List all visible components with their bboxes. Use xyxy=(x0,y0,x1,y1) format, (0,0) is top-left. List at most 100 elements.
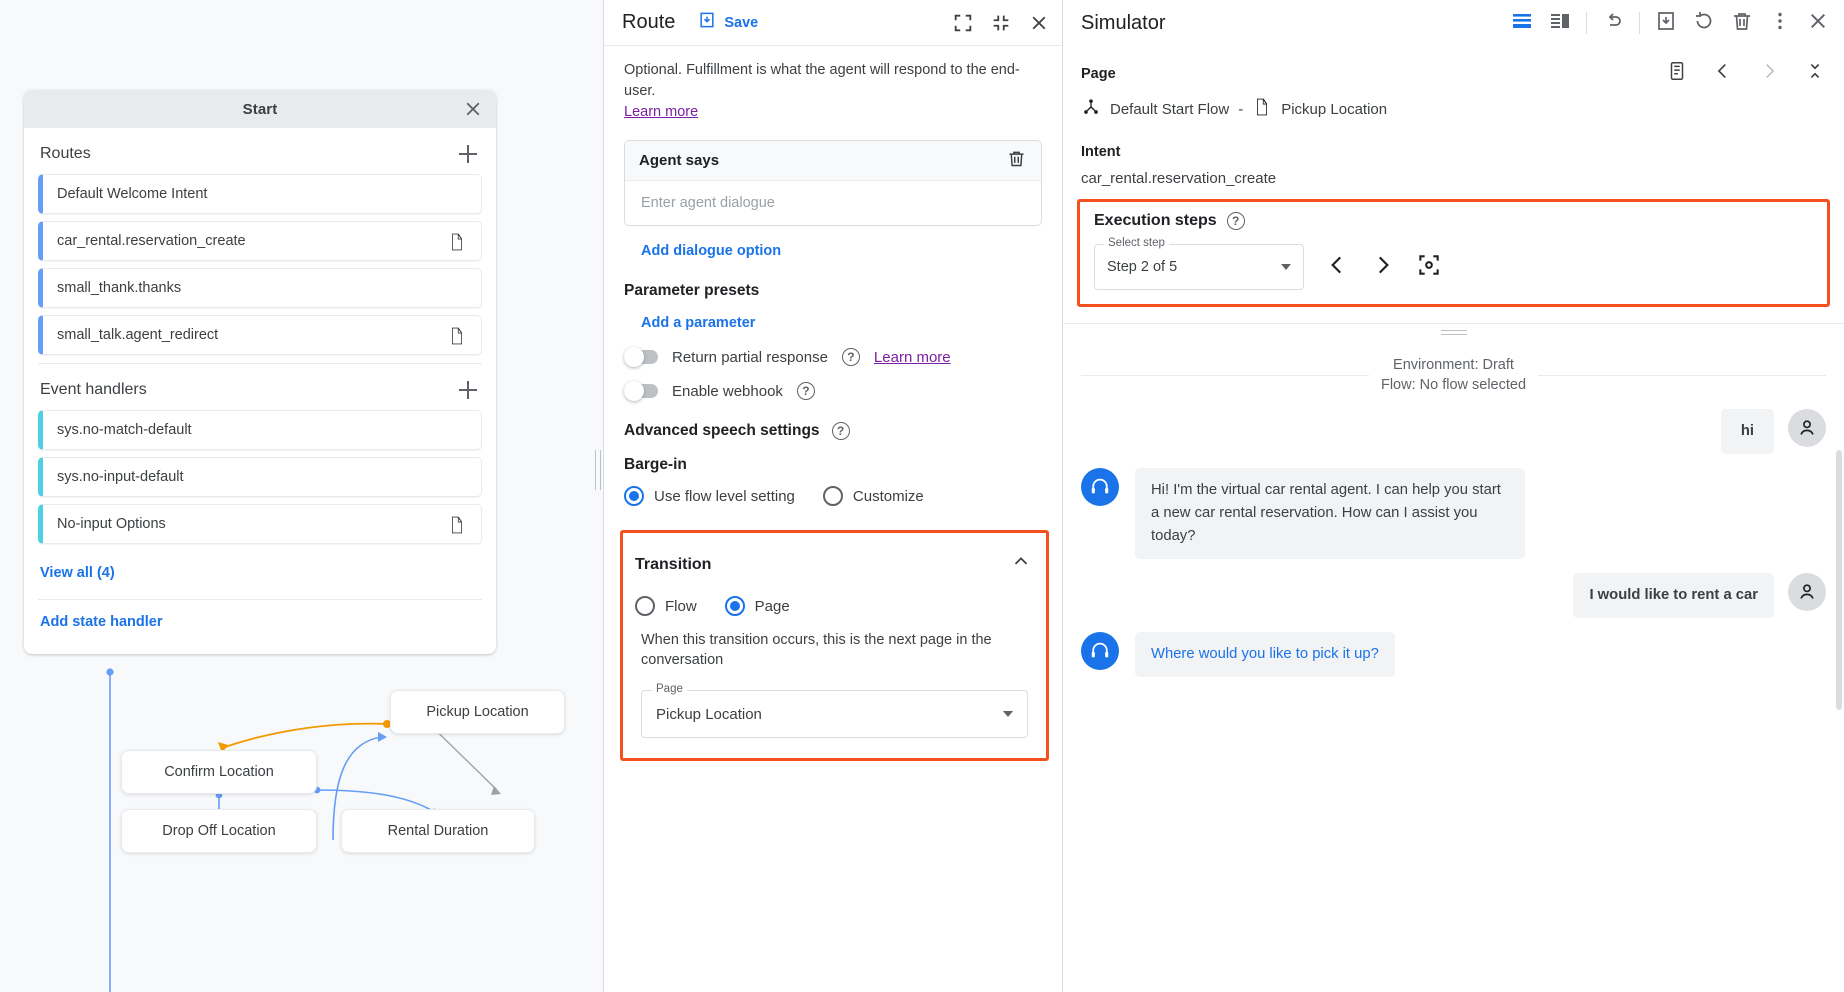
chevron-up-icon[interactable] xyxy=(1010,551,1032,578)
agent-says-title: Agent says xyxy=(639,152,719,169)
trash-icon[interactable] xyxy=(1006,148,1027,173)
return-partial-response-row: Return partial response ? Learn more xyxy=(604,332,1062,366)
page-icon xyxy=(447,515,467,540)
execution-steps-controls: Select step Step 2 of 5 xyxy=(1094,244,1813,290)
divider xyxy=(1639,12,1640,34)
chevron-down-icon[interactable] xyxy=(1281,264,1291,270)
list-item[interactable]: sys.no-match-default xyxy=(38,410,482,450)
plus-icon[interactable] xyxy=(456,378,480,402)
center-focus-icon[interactable] xyxy=(1416,252,1442,283)
chevron-down-icon[interactable] xyxy=(1003,711,1013,717)
learn-more-link[interactable]: Learn more xyxy=(624,104,698,120)
prev-step-button[interactable] xyxy=(1324,252,1350,283)
close-icon[interactable] xyxy=(1028,12,1050,34)
advanced-speech-settings-row[interactable]: Advanced speech settings ? xyxy=(604,400,1062,440)
help-icon[interactable]: ? xyxy=(797,382,815,400)
fullscreen-icon[interactable] xyxy=(952,12,974,34)
save-icon xyxy=(697,10,717,35)
chat-message-agent: Where would you like to pick it up? xyxy=(1081,632,1826,677)
radio-label: Customize xyxy=(853,488,924,505)
help-icon[interactable]: ? xyxy=(1227,212,1245,230)
start-card-header: Start xyxy=(24,90,496,128)
split-view-icon[interactable] xyxy=(1548,9,1572,38)
save-icon[interactable] xyxy=(1654,9,1678,38)
save-button[interactable]: Save xyxy=(697,10,758,35)
collapse-icon[interactable] xyxy=(990,12,1012,34)
chat-message-user: hi xyxy=(1081,409,1826,454)
page-row: Page xyxy=(1081,60,1826,87)
radio-flow[interactable] xyxy=(635,596,655,616)
plus-icon[interactable] xyxy=(456,142,480,166)
flow-canvas[interactable]: Start Routes Default Welcome Intent car_… xyxy=(0,0,603,992)
panel-drag-separator[interactable] xyxy=(1063,323,1844,339)
add-dialogue-option-button[interactable]: Add dialogue option xyxy=(641,243,781,259)
node-pickup-location[interactable]: Pickup Location xyxy=(390,690,565,734)
list-view-icon[interactable] xyxy=(1510,9,1534,38)
route-panel-header: Route Save xyxy=(604,0,1062,46)
message-text: Where would you like to pick it up? xyxy=(1135,632,1395,677)
intent-section: Intent car_rental.reservation_create xyxy=(1063,122,1844,187)
routes-label: Routes xyxy=(40,145,91,163)
transition-header[interactable]: Transition xyxy=(623,543,1046,578)
list-item[interactable]: Default Welcome Intent xyxy=(38,174,482,214)
radio-customize[interactable] xyxy=(823,486,843,506)
page-field-value: Pickup Location xyxy=(656,706,762,723)
transition-page-select[interactable]: Page Pickup Location xyxy=(641,690,1028,738)
view-all-link[interactable]: View all (4) xyxy=(24,551,131,585)
add-state-handler-button[interactable]: Add state handler xyxy=(24,600,178,654)
node-rental-duration[interactable]: Rental Duration xyxy=(341,809,535,853)
radio-page[interactable] xyxy=(725,596,745,616)
return-partial-response-toggle[interactable] xyxy=(624,350,658,364)
select-step-dropdown[interactable]: Select step Step 2 of 5 xyxy=(1094,244,1304,290)
chevron-left-icon[interactable] xyxy=(1712,60,1734,87)
list-item[interactable]: small_thank.thanks xyxy=(38,268,482,308)
restart-icon[interactable] xyxy=(1692,9,1716,38)
next-step-button[interactable] xyxy=(1370,252,1396,283)
routes-list: Default Welcome Intent car_rental.reserv… xyxy=(24,174,496,355)
transition-section: Transition Flow Page When this transitio… xyxy=(620,530,1049,761)
list-item[interactable]: No-input Options xyxy=(38,504,482,544)
delete-icon[interactable] xyxy=(1730,9,1754,38)
route-editor-panel: Route Save xyxy=(603,0,1062,992)
close-icon[interactable] xyxy=(462,98,484,120)
optional-text: Optional. Fulfillment is what the agent … xyxy=(624,62,1020,99)
undo-icon[interactable] xyxy=(1601,9,1625,38)
scrollbar-thumb[interactable] xyxy=(1836,450,1842,710)
start-page-card[interactable]: Start Routes Default Welcome Intent car_… xyxy=(24,90,496,654)
execution-steps-title-row: Execution steps ? xyxy=(1094,212,1813,230)
route-panel-body: Optional. Fulfillment is what the agent … xyxy=(604,46,1062,992)
enable-webhook-toggle[interactable] xyxy=(624,384,658,398)
simulator-header: Simulator xyxy=(1063,0,1844,46)
node-confirm-location[interactable]: Confirm Location xyxy=(121,750,317,794)
agent-says-input-row[interactable] xyxy=(625,181,1041,225)
event-handlers-list: sys.no-match-default sys.no-input-defaul… xyxy=(24,410,496,544)
page-name: Pickup Location xyxy=(1281,101,1387,118)
breadcrumb-separator: - xyxy=(1238,101,1243,118)
radio-label: Page xyxy=(755,598,790,615)
collapse-vertical-icon[interactable] xyxy=(1804,60,1826,87)
learn-more-link[interactable]: Learn more xyxy=(874,349,951,366)
clipboard-icon[interactable] xyxy=(1666,60,1688,87)
list-item[interactable]: car_rental.reservation_create xyxy=(38,221,482,261)
more-vert-icon[interactable] xyxy=(1768,9,1792,38)
list-item[interactable]: sys.no-input-default xyxy=(38,457,482,497)
panel-resize-handle[interactable] xyxy=(595,450,601,490)
flow-name: Default Start Flow xyxy=(1110,101,1229,118)
execution-steps-section: Execution steps ? Select step Step 2 of … xyxy=(1077,199,1830,307)
environment-line: Environment: Draft xyxy=(1393,357,1514,373)
message-text: Hi! I'm the virtual car rental agent. I … xyxy=(1135,468,1525,559)
flow-line: Flow: No flow selected xyxy=(1381,377,1526,393)
agent-says-card: Agent says xyxy=(624,140,1042,226)
radio-use-flow-level-setting[interactable] xyxy=(624,486,644,506)
intent-label: Intent xyxy=(1081,144,1120,160)
add-a-parameter-button[interactable]: Add a parameter xyxy=(641,315,755,331)
close-icon[interactable] xyxy=(1806,9,1830,38)
help-icon[interactable]: ? xyxy=(842,348,860,366)
chevron-right-icon[interactable] xyxy=(1758,60,1780,87)
breadcrumb: Default Start Flow - Pickup Location xyxy=(1081,87,1826,122)
agent-dialogue-input[interactable] xyxy=(639,194,1027,212)
help-icon[interactable]: ? xyxy=(832,422,850,440)
avatar xyxy=(1081,468,1119,506)
list-item[interactable]: small_talk.agent_redirect xyxy=(38,315,482,355)
node-drop-off-location[interactable]: Drop Off Location xyxy=(121,809,317,853)
